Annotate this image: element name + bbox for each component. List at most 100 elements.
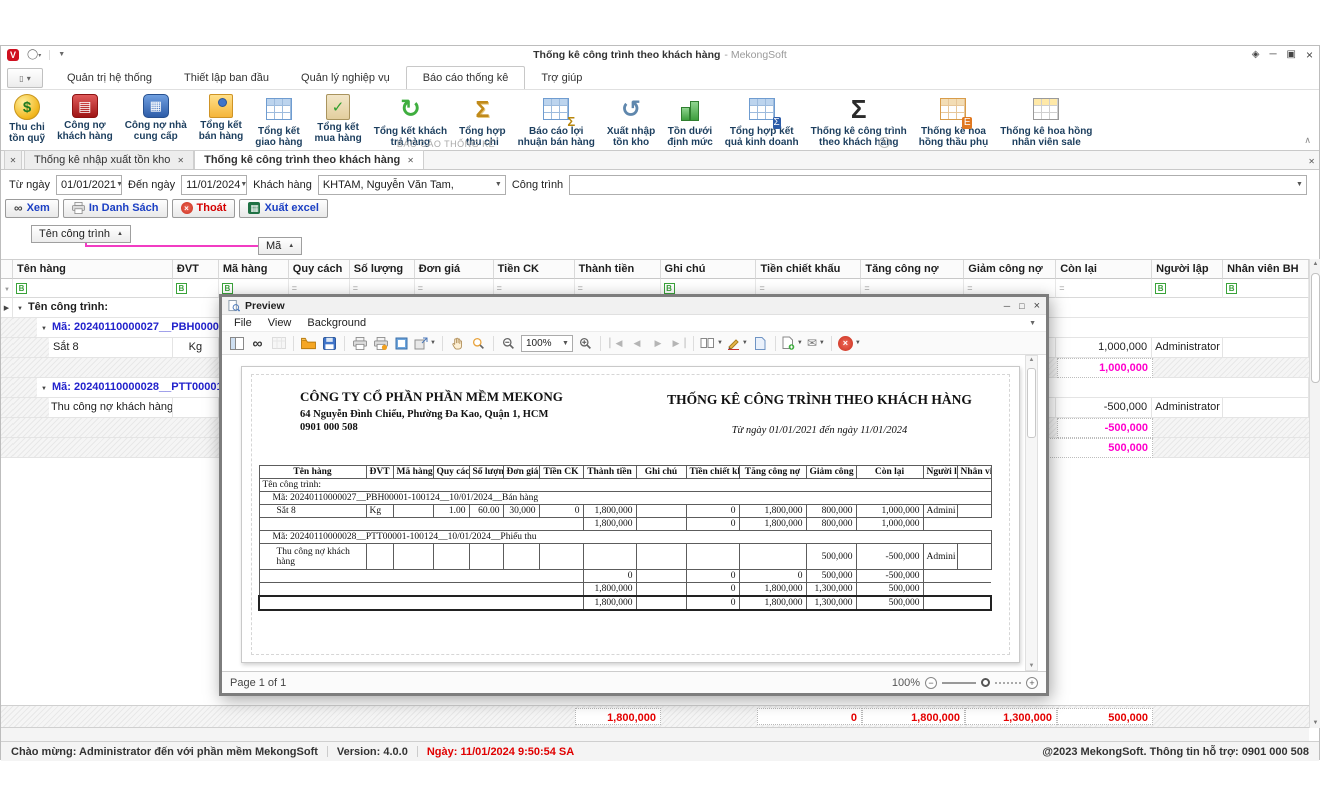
quick-access-customize-icon[interactable]: ▼ [58,51,65,58]
collapse-caret-icon[interactable]: ▼ [41,326,47,332]
scroll-up-icon[interactable]: ▲ [1310,261,1320,267]
exit-button[interactable]: ×Thoát [172,199,236,218]
filter-nhan-vien-bh[interactable] [1223,279,1309,298]
last-page-icon[interactable]: ▶▕ [670,335,687,352]
style-icon[interactable]: ◈ [1252,49,1260,60]
ribbon-item-hoa-hong-nhan-vien-sale[interactable]: Thống kê hoa hồng nhân viên sale [994,93,1098,149]
doc-tab-cong-trinh-khach-hang[interactable]: Thống kê công trình theo khách hàng✕ [194,150,424,169]
from-date-input[interactable]: 01/01/2021▼ [56,175,122,195]
header-tien-ck[interactable]: Tiền CK [494,260,575,279]
cell[interactable] [1223,338,1309,358]
app-logo-icon[interactable]: V [7,49,19,61]
tab-quan-tri-he-thong[interactable]: Quản trị hệ thống [51,67,168,89]
zoom-slider-track[interactable] [995,682,1021,684]
close-icon[interactable]: × [1034,300,1040,312]
send-email-icon[interactable]: ✉▼ [807,335,825,352]
export-document-icon[interactable]: ▼ [782,335,803,352]
zoom-select[interactable]: 100%▼ [521,335,573,352]
menu-background[interactable]: Background [299,317,374,329]
save-icon[interactable] [321,335,338,352]
menu-overflow-icon[interactable]: ▼ [1029,320,1042,327]
view-button[interactable]: ∞Xem [5,199,59,218]
close-icon[interactable]: ✕ [407,156,414,165]
scroll-thumb[interactable] [1027,368,1036,438]
header-ghi-chu[interactable]: Ghi chú [661,260,757,279]
header-don-gia[interactable]: Đơn giá [415,260,494,279]
ribbon-item-cong-no-nha-cung-cap[interactable]: Công nợ nhà cung cấp [119,93,193,143]
zoom-slider-thumb[interactable] [981,678,990,687]
cell-con-lai[interactable]: -500,000 [1056,398,1152,418]
cell-con-lai[interactable]: 1,000,000 [1056,338,1152,358]
collapse-caret-icon[interactable]: ▼ [17,306,23,312]
previous-page-icon[interactable]: ◀ [628,335,645,352]
scale-icon[interactable]: ▼ [414,335,436,352]
minimize-icon[interactable]: ─ [1004,301,1010,311]
filter-nguoi-lap[interactable] [1152,279,1223,298]
print-direct-icon[interactable] [372,335,389,352]
zoom-slider-track[interactable] [942,682,976,684]
menu-file[interactable]: File [226,317,260,329]
cell-ten-hang[interactable]: Sắt 8 [49,338,173,358]
header-ten-hang[interactable]: Tên hàng [13,260,173,279]
doc-tab-nhap-xuat-ton-kho[interactable]: Thống kê nhập xuất tồn kho✕ [24,150,194,169]
print-list-button[interactable]: In Danh Sách [63,199,168,218]
cell-dvt[interactable] [173,398,219,418]
zoom-in-icon[interactable] [577,335,594,352]
header-quy-cach[interactable]: Quy cách [289,260,350,279]
chevron-down-icon[interactable]: ▼ [492,176,505,194]
scroll-down-icon[interactable]: ▼ [1310,720,1320,726]
tab-thiet-lap-ban-dau[interactable]: Thiết lập ban đầu [168,67,285,89]
header-nhan-vien-bh[interactable]: Nhân viên BH [1223,260,1309,279]
to-date-input[interactable]: 11/01/2024▼ [181,175,247,195]
first-page-icon[interactable]: ▏◀ [607,335,624,352]
open-icon[interactable] [300,335,317,352]
magnifier-icon[interactable] [470,335,487,352]
customer-select[interactable]: KHTAM, Nguyễn Văn Tam,▼ [318,175,506,195]
filter-con-lai[interactable] [1056,279,1152,298]
close-icon[interactable]: × [1306,48,1313,62]
cell-nguoi-lap[interactable]: Administrator [1152,338,1223,358]
close-document-icon[interactable]: ✕ [1308,157,1315,166]
app-menu-button[interactable]: ▯▾ [7,68,43,88]
ribbon-collapse-icon[interactable]: ∧ [1304,135,1311,146]
tab-bao-cao-thong-ke[interactable]: Báo cáo thống kê [406,66,526,90]
project-select[interactable]: ▼ [569,175,1307,195]
horizontal-scrollbar[interactable] [1,728,1309,741]
quick-access-circle-icon[interactable]: ◯▾ [27,49,41,60]
tab-tro-giup[interactable]: Trợ giúp [525,67,598,89]
chevron-down-icon[interactable]: ▼ [116,176,122,194]
header-nguoi-lap[interactable]: Người lập [1152,260,1223,279]
header-dvt[interactable]: ĐVT [173,260,219,279]
header-thanh-tien[interactable]: Thành tiền [575,260,661,279]
cell-nguoi-lap[interactable]: Administrator [1152,398,1223,418]
ribbon-item-thu-chi-ton-quy[interactable]: Thu chi tồn quỹ [3,93,51,145]
scroll-thumb[interactable] [1311,273,1320,383]
tab-quan-ly-nghiep-vu[interactable]: Quản lý nghiệp vụ [285,67,406,89]
close-preview-icon[interactable]: ×▼ [838,335,861,352]
menu-view[interactable]: View [260,317,300,329]
search-icon[interactable]: ∞ [249,335,266,352]
page-setup-icon[interactable] [393,335,410,352]
zoom-out-button[interactable]: − [925,677,937,689]
header-ma-hang[interactable]: Mã hàng [219,260,289,279]
chevron-down-icon[interactable]: ▼ [240,176,247,194]
maximize-icon[interactable]: □ [1019,301,1024,311]
header-con-lai[interactable]: Còn lại [1056,260,1152,279]
sort-asc-icon[interactable]: ▲ [117,231,123,237]
group-chip-ten-cong-trinh[interactable]: Tên công trình▲ [31,225,131,243]
header-tien-chiet-khau[interactable]: Tiền chiết khấu [756,260,861,279]
vertical-scrollbar[interactable]: ▲ ▼ [1309,259,1320,728]
watermark-icon[interactable] [752,335,769,352]
hand-tool-icon[interactable] [449,335,466,352]
cell[interactable] [1223,398,1309,418]
filter-dvt[interactable] [173,279,219,298]
group-dialog-launcher-icon[interactable]: ▾ [879,137,890,148]
header-giam-cong-no[interactable]: Giảm công nợ [964,260,1056,279]
collapse-caret-icon[interactable]: ▼ [41,386,47,392]
header-so-luong[interactable]: Số lượng [350,260,415,279]
close-icon[interactable]: ✕ [177,156,184,165]
preview-vertical-scrollbar[interactable]: ▲ ▼ [1025,355,1038,671]
sort-asc-icon[interactable]: ▲ [288,243,294,249]
chevron-down-icon[interactable]: ▼ [1293,176,1306,194]
preview-title-bar[interactable]: Preview ─ □ × [222,297,1046,315]
